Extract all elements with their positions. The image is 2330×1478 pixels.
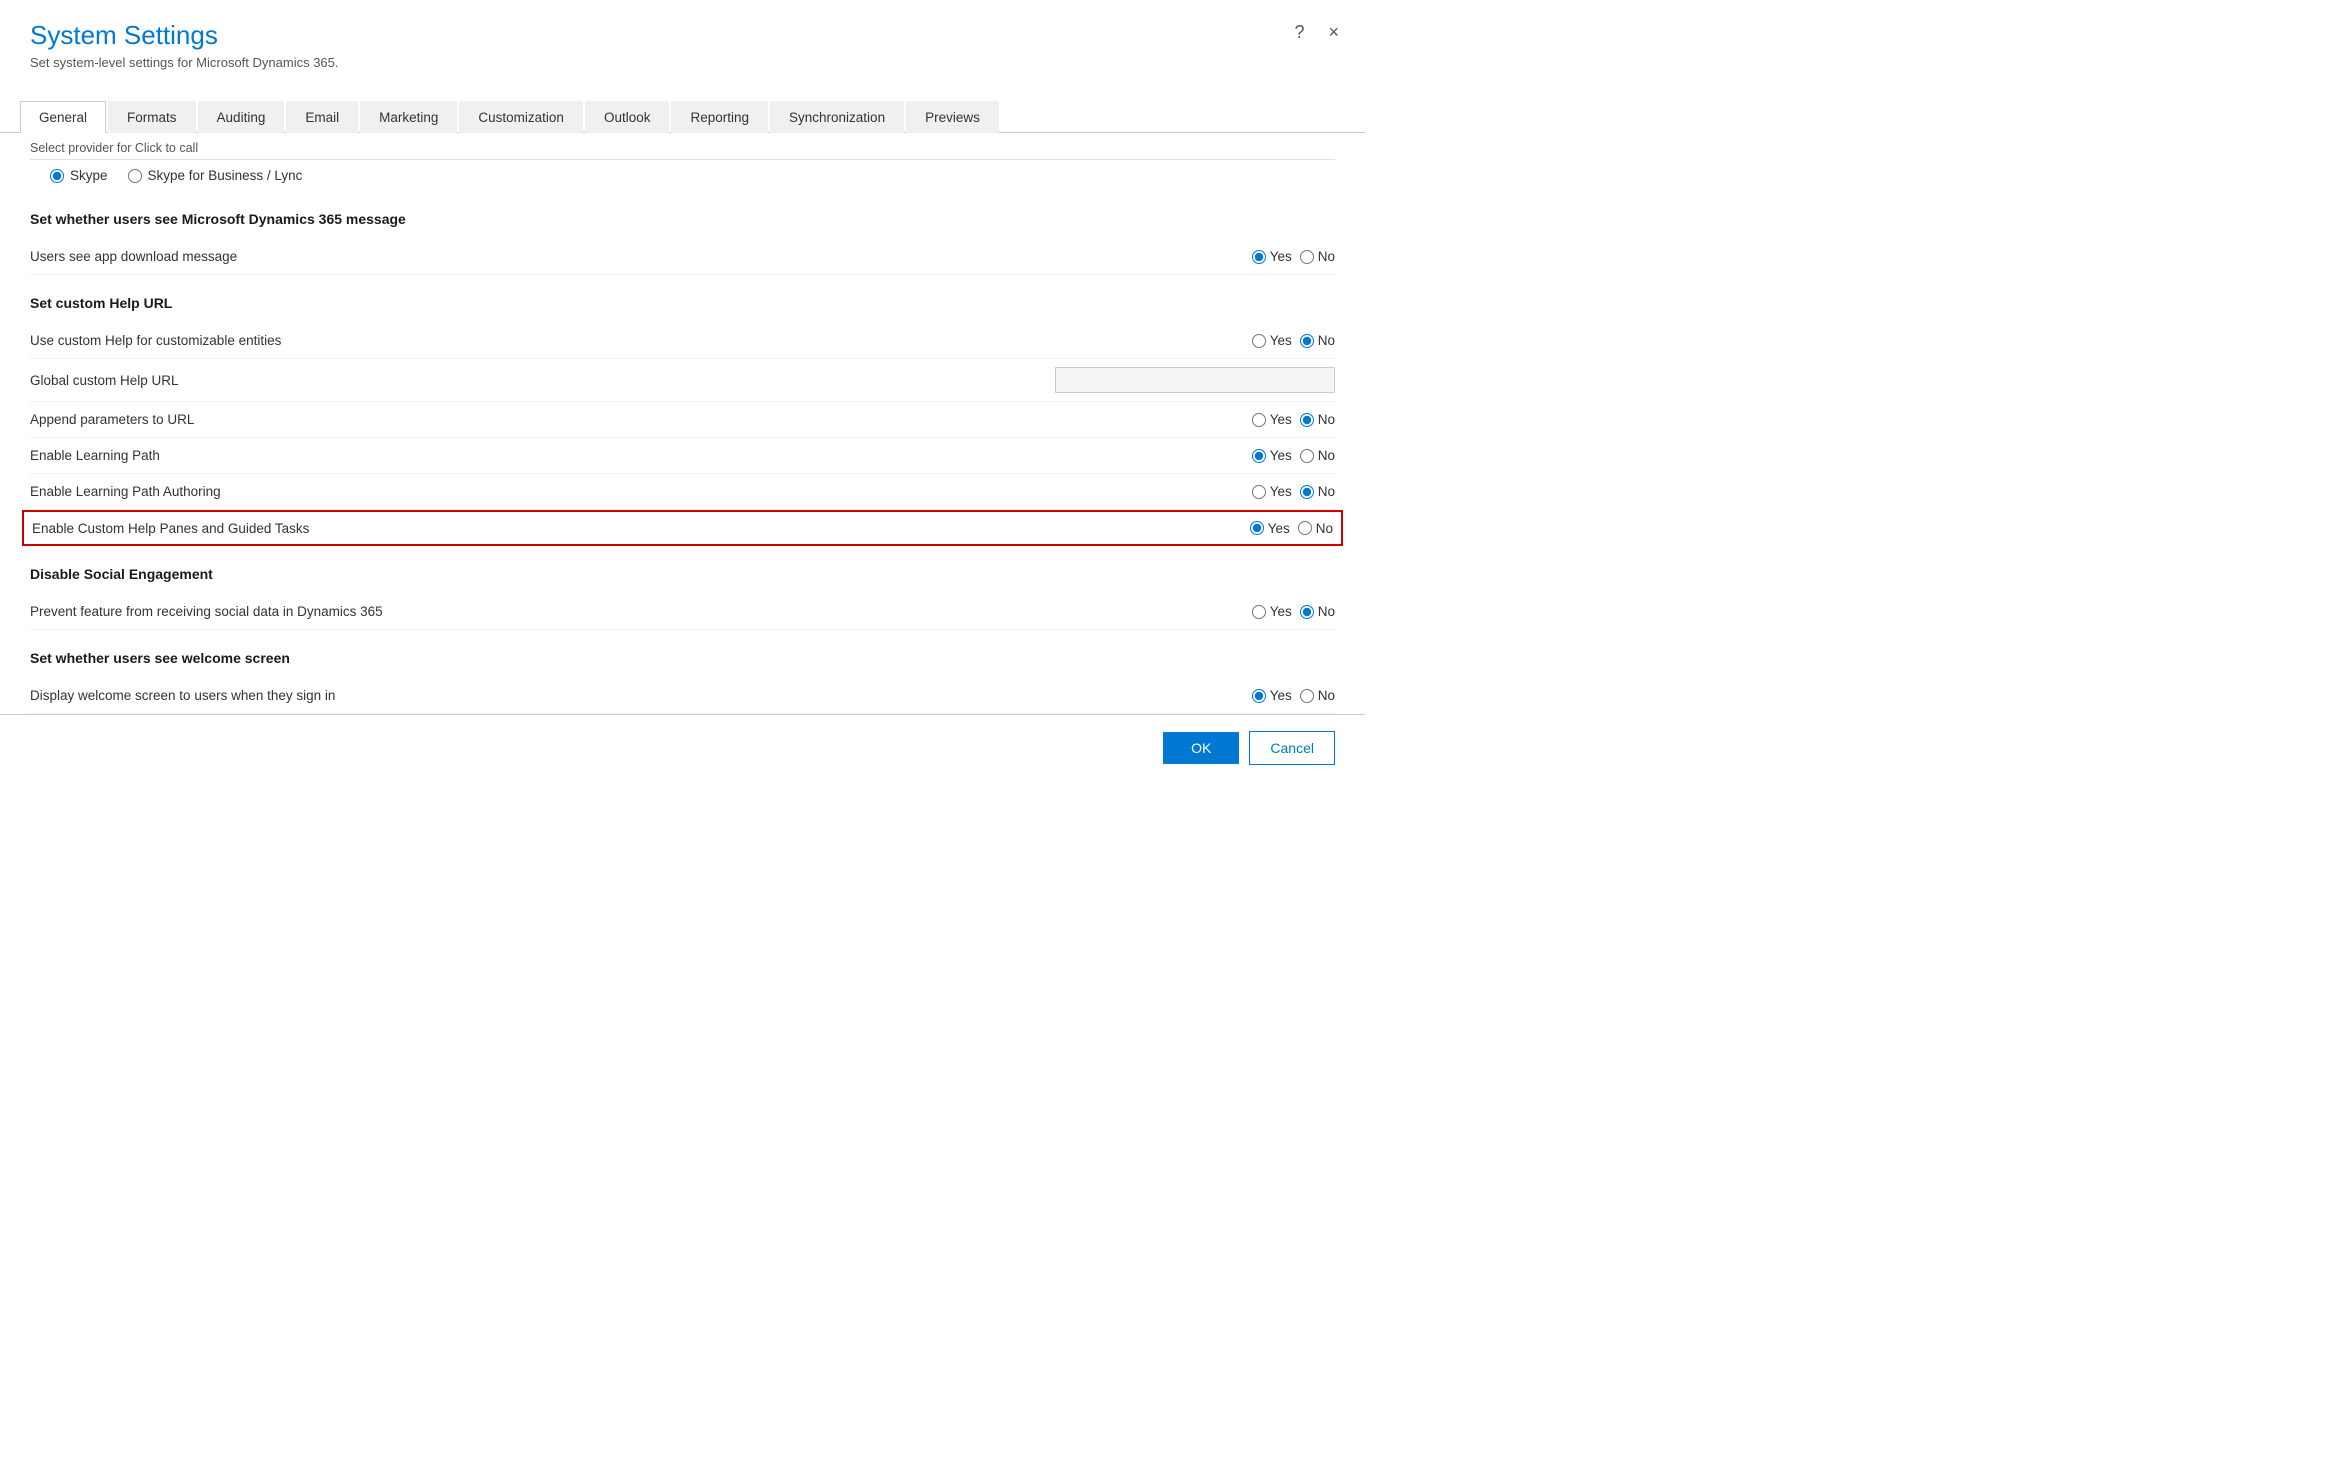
system-settings-dialog: System Settings Set system-level setting… bbox=[0, 0, 1365, 781]
setting-controls-prevent_social: Yes No bbox=[1135, 604, 1335, 619]
section-heading-ms_message: Set whether users see Microsoft Dynamics… bbox=[30, 211, 1335, 231]
radio-yes-enable_custom_help_panes[interactable]: Yes bbox=[1250, 521, 1290, 536]
close-button[interactable]: × bbox=[1322, 20, 1345, 45]
setting-row-prevent_social: Prevent feature from receiving social da… bbox=[30, 594, 1335, 630]
radio-no-label-use_custom_help: No bbox=[1318, 333, 1335, 348]
setting-controls-append_params: Yes No bbox=[1135, 412, 1335, 427]
setting-row-app_download: Users see app download message Yes No bbox=[30, 239, 1335, 275]
dialog-title: System Settings bbox=[30, 20, 1335, 51]
radio-skype_business[interactable]: Skype for Business / Lync bbox=[128, 168, 303, 183]
radio-no-prevent_social[interactable]: No bbox=[1300, 604, 1335, 619]
click-to-call-section: Skype Skype for Business / Lync bbox=[30, 160, 1335, 191]
setting-controls-app_download: Yes No bbox=[1135, 249, 1335, 264]
section-heading-welcome_screen: Set whether users see welcome screen bbox=[30, 650, 1335, 670]
radio-no-enable_learning_path_authoring[interactable]: No bbox=[1300, 484, 1335, 499]
radio-yes-label-enable_learning_path: Yes bbox=[1270, 448, 1292, 463]
cancel-button[interactable]: Cancel bbox=[1249, 731, 1335, 765]
tab-reporting[interactable]: Reporting bbox=[671, 101, 768, 133]
radio-yes-enable_learning_path_authoring[interactable]: Yes bbox=[1252, 484, 1292, 499]
tab-general[interactable]: General bbox=[20, 101, 106, 133]
help-button[interactable]: ? bbox=[1288, 20, 1310, 45]
setting-label-app_download: Users see app download message bbox=[30, 249, 1135, 264]
tab-outlook[interactable]: Outlook bbox=[585, 101, 670, 133]
radio-yes-use_custom_help[interactable]: Yes bbox=[1252, 333, 1292, 348]
dialog-footer: OK Cancel bbox=[0, 714, 1365, 781]
setting-row-display_welcome: Display welcome screen to users when the… bbox=[30, 678, 1335, 714]
radio-no-enable_learning_path[interactable]: No bbox=[1300, 448, 1335, 463]
radio-yes-append_params[interactable]: Yes bbox=[1252, 412, 1292, 427]
tab-bar: GeneralFormatsAuditingEmailMarketingCust… bbox=[0, 100, 1365, 133]
radio-no-label-enable_learning_path: No bbox=[1318, 448, 1335, 463]
radio-yes-prevent_social[interactable]: Yes bbox=[1252, 604, 1292, 619]
tab-customization[interactable]: Customization bbox=[459, 101, 583, 133]
radio-no-label-prevent_social: No bbox=[1318, 604, 1335, 619]
setting-row-global_custom_help_url: Global custom Help URL bbox=[30, 359, 1335, 402]
setting-label-enable_learning_path: Enable Learning Path bbox=[30, 448, 1135, 463]
setting-label-prevent_social: Prevent feature from receiving social da… bbox=[30, 604, 1135, 619]
setting-label-display_welcome: Display welcome screen to users when the… bbox=[30, 688, 1135, 703]
radio-no-use_custom_help[interactable]: No bbox=[1300, 333, 1335, 348]
radio-yes-label-enable_custom_help_panes: Yes bbox=[1268, 521, 1290, 536]
scroll-hint: Select provider for Click to call bbox=[30, 133, 1335, 160]
radio-no-label-enable_custom_help_panes: No bbox=[1316, 521, 1333, 536]
setting-row-enable_learning_path: Enable Learning Path Yes No bbox=[30, 438, 1335, 474]
radio-yes-label-append_params: Yes bbox=[1270, 412, 1292, 427]
radio-no-label-enable_learning_path_authoring: No bbox=[1318, 484, 1335, 499]
tab-previews[interactable]: Previews bbox=[906, 101, 999, 133]
ok-button[interactable]: OK bbox=[1163, 732, 1239, 764]
setting-label-use_custom_help: Use custom Help for customizable entitie… bbox=[30, 333, 1135, 348]
section-heading-custom_help: Set custom Help URL bbox=[30, 295, 1335, 315]
radio-label-skype_business: Skype for Business / Lync bbox=[148, 168, 303, 183]
section-heading-social_engagement: Disable Social Engagement bbox=[30, 566, 1335, 586]
tab-marketing[interactable]: Marketing bbox=[360, 101, 457, 133]
radio-no-enable_custom_help_panes[interactable]: No bbox=[1298, 521, 1333, 536]
setting-row-enable_learning_path_authoring: Enable Learning Path Authoring Yes No bbox=[30, 474, 1335, 510]
setting-row-append_params: Append parameters to URL Yes No bbox=[30, 402, 1335, 438]
radio-yes-label-prevent_social: Yes bbox=[1270, 604, 1292, 619]
tab-email[interactable]: Email bbox=[286, 101, 358, 133]
setting-controls-enable_learning_path: Yes No bbox=[1135, 448, 1335, 463]
radio-yes-label-app_download: Yes bbox=[1270, 249, 1292, 264]
setting-label-append_params: Append parameters to URL bbox=[30, 412, 1135, 427]
radio-no-label-app_download: No bbox=[1318, 249, 1335, 264]
radio-no-app_download[interactable]: No bbox=[1300, 249, 1335, 264]
radio-no-display_welcome[interactable]: No bbox=[1300, 688, 1335, 703]
setting-label-global_custom_help_url: Global custom Help URL bbox=[30, 373, 1055, 388]
tab-auditing[interactable]: Auditing bbox=[198, 101, 285, 133]
setting-label-enable_learning_path_authoring: Enable Learning Path Authoring bbox=[30, 484, 1135, 499]
dialog-controls: ? × bbox=[1288, 20, 1345, 45]
tab-formats[interactable]: Formats bbox=[108, 101, 196, 133]
radio-yes-enable_learning_path[interactable]: Yes bbox=[1252, 448, 1292, 463]
content-area: Select provider for Click to call SkypeS… bbox=[0, 133, 1365, 714]
setting-controls-enable_learning_path_authoring: Yes No bbox=[1135, 484, 1335, 499]
radio-yes-label-display_welcome: Yes bbox=[1270, 688, 1292, 703]
radio-label-skype: Skype bbox=[70, 168, 108, 183]
text-input-global_custom_help_url[interactable] bbox=[1055, 367, 1335, 393]
radio-yes-label-use_custom_help: Yes bbox=[1270, 333, 1292, 348]
tab-synchronization[interactable]: Synchronization bbox=[770, 101, 904, 133]
setting-label-enable_custom_help_panes: Enable Custom Help Panes and Guided Task… bbox=[32, 521, 1133, 536]
setting-row-enable_custom_help_panes: Enable Custom Help Panes and Guided Task… bbox=[22, 510, 1343, 546]
radio-no-label-append_params: No bbox=[1318, 412, 1335, 427]
radio-no-append_params[interactable]: No bbox=[1300, 412, 1335, 427]
setting-controls-global_custom_help_url bbox=[1055, 367, 1335, 393]
radio-no-label-display_welcome: No bbox=[1318, 688, 1335, 703]
radio-yes-label-enable_learning_path_authoring: Yes bbox=[1270, 484, 1292, 499]
radio-skype[interactable]: Skype bbox=[50, 168, 108, 183]
dialog-header: System Settings Set system-level setting… bbox=[0, 0, 1365, 80]
radio-yes-app_download[interactable]: Yes bbox=[1252, 249, 1292, 264]
setting-controls-enable_custom_help_panes: Yes No bbox=[1133, 521, 1333, 536]
setting-controls-use_custom_help: Yes No bbox=[1135, 333, 1335, 348]
radio-yes-display_welcome[interactable]: Yes bbox=[1252, 688, 1292, 703]
setting-row-use_custom_help: Use custom Help for customizable entitie… bbox=[30, 323, 1335, 359]
setting-controls-display_welcome: Yes No bbox=[1135, 688, 1335, 703]
dialog-subtitle: Set system-level settings for Microsoft … bbox=[30, 55, 1335, 70]
